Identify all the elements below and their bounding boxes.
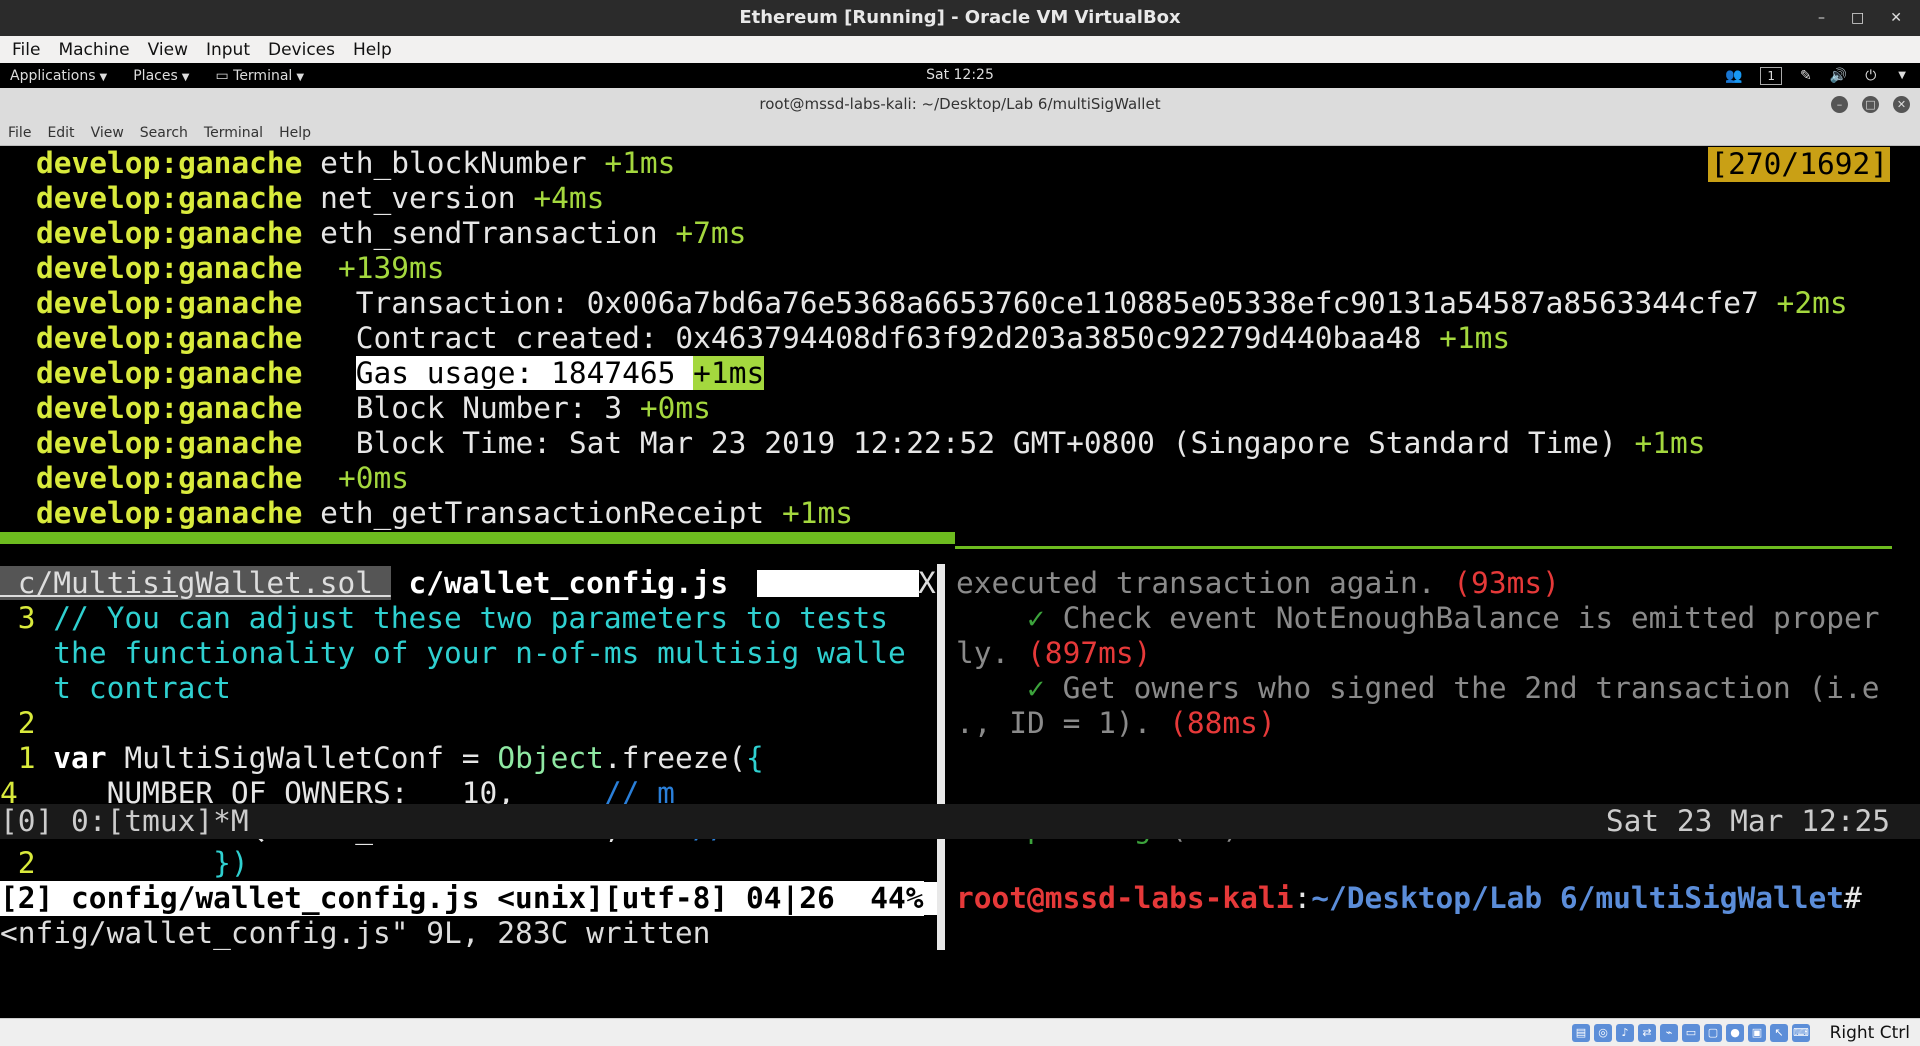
network-icon[interactable]: ⇄	[1638, 1024, 1656, 1042]
code-line: 2 })	[0, 846, 249, 880]
vbox-window-controls: – □ ✕	[1818, 0, 1902, 36]
terminal-menu-terminal[interactable]: Terminal	[204, 125, 263, 141]
menu-machine[interactable]: Machine	[58, 40, 129, 60]
terminal-menu-view[interactable]: View	[91, 125, 124, 141]
terminal-title: root@mssd-labs-kali: ~/Desktop/Lab 6/mul…	[759, 95, 1161, 113]
mouse-integration-icon[interactable]: ↖	[1770, 1024, 1788, 1042]
maximize-icon[interactable]: □	[1851, 10, 1864, 26]
tmux-status-bar: [0] 0:[tmux]*M Sat 23 Mar 12:25	[0, 804, 1920, 839]
close-icon[interactable]: ✕	[1890, 10, 1902, 26]
log-line: develop:ganache net_version +4ms	[36, 181, 605, 215]
vim-message: <nfig/wallet_config.js" 9L, 283C written	[0, 916, 711, 950]
code-line-wrap: t contract	[53, 671, 231, 705]
menu-devices[interactable]: Devices	[268, 40, 335, 60]
maximize-icon[interactable]: □	[1862, 96, 1879, 113]
terminal-app-menu[interactable]: ▭ Terminal ▼	[215, 68, 304, 84]
test-output-line: executed transaction again. (93ms)	[956, 566, 1560, 600]
tab-multisigwallet-sol[interactable]: c/MultisigWallet.sol	[0, 566, 391, 600]
test-output-line: ., ID = 1). (88ms)	[956, 706, 1276, 740]
code-line: 3 // You can adjust these two parameters…	[0, 601, 889, 635]
terminal-window-controls: – □ ✕	[1831, 88, 1910, 121]
minimize-icon[interactable]: –	[1818, 10, 1825, 26]
terminal-content[interactable]: [270/1692] develop:ganache eth_blockNumb…	[0, 146, 1920, 1018]
caret-down-icon: ▼	[181, 71, 190, 83]
pane-divider[interactable]	[0, 532, 955, 544]
log-line: develop:ganache +139ms	[36, 251, 445, 285]
display-icon[interactable]: ▢	[1704, 1024, 1722, 1042]
cpu-icon[interactable]: ▣	[1748, 1024, 1766, 1042]
log-line: develop:ganache eth_blockNumber +1ms	[36, 146, 676, 180]
log-line: develop:ganache Transaction: 0x006a7bd6a…	[36, 286, 1848, 320]
terminal-menu-bar: File Edit View Search Terminal Help	[0, 121, 1920, 146]
tmux-clock: Sat 23 Mar 12:25	[1605, 804, 1890, 838]
log-line-highlighted: develop:ganache Gas usage: 1847465 +1ms	[36, 356, 765, 390]
pane-divider[interactable]	[955, 546, 1892, 549]
terminal-menu-file[interactable]: File	[8, 125, 31, 141]
log-line: develop:ganache Block Number: 3 +0ms	[36, 391, 711, 425]
usb-icon[interactable]: ⌁	[1660, 1024, 1678, 1042]
vbox-title-bar: Ethereum [Running] - Oracle VM VirtualBo…	[0, 0, 1920, 36]
hdd-icon[interactable]: ▤	[1572, 1024, 1590, 1042]
check-icon: ✓	[956, 601, 1063, 635]
tmux-window-list: [0] 0:[tmux]*M	[0, 804, 249, 838]
pane-divider-vertical[interactable]	[937, 564, 945, 950]
audio-icon[interactable]: ♪	[1616, 1024, 1634, 1042]
log-line: develop:ganache Block Time: Sat Mar 23 2…	[36, 426, 1706, 460]
menu-help[interactable]: Help	[353, 40, 392, 60]
terminal-menu-search[interactable]: Search	[140, 125, 188, 141]
vbox-status-bar: ▤ ◎ ♪ ⇄ ⌁ ▭ ▢ ● ▣ ↖ ⌨ Right Ctrl	[0, 1018, 1920, 1046]
places-menu[interactable]: Places ▼	[133, 68, 189, 84]
menu-view[interactable]: View	[148, 40, 188, 60]
kali-top-bar: Applications ▼ Places ▼ ▭ Terminal ▼ Sat 12…	[0, 63, 1920, 88]
menu-input[interactable]: Input	[206, 40, 250, 60]
video-capture-icon[interactable]: ●	[1726, 1024, 1744, 1042]
code-line: 2	[0, 706, 54, 740]
host-key-label: Right Ctrl	[1829, 1023, 1910, 1043]
tab-wallet-config-js[interactable]: c/wallet_config.js	[391, 566, 746, 600]
close-icon[interactable]: ✕	[1893, 96, 1910, 113]
vbox-title: Ethereum [Running] - Oracle VM VirtualBo…	[739, 7, 1181, 28]
log-line: develop:ganache Contract created: 0x4637…	[36, 321, 1511, 355]
pen-icon[interactable]: ✎	[1800, 68, 1812, 84]
log-line: develop:ganache eth_getTransactionReceip…	[36, 496, 854, 530]
terminal-menu-help[interactable]: Help	[279, 125, 311, 141]
shared-folder-icon[interactable]: ▭	[1682, 1024, 1700, 1042]
log-line: develop:ganache +0ms	[36, 461, 409, 495]
scroll-counter: [270/1692]	[1708, 147, 1890, 182]
test-output-line: ✓ Check event NotEnoughBalance is emitte…	[956, 601, 1880, 635]
terminal-icon: ▭	[215, 67, 234, 84]
shell-prompt[interactable]: root@mssd-labs-kali:~/Desktop/Lab 6/mult…	[956, 881, 1862, 916]
terminal-menu-edit[interactable]: Edit	[47, 125, 74, 141]
users-icon[interactable]: 👥	[1725, 68, 1742, 84]
vim-statusline: [2] config/wallet_config.js <unix][utf-8…	[0, 881, 924, 916]
code-line: 1 var MultiSigWalletConf = Object.freeze…	[0, 741, 764, 775]
caret-down-icon[interactable]: ▼	[1898, 70, 1906, 81]
terminal-title-bar: root@mssd-labs-kali: ~/Desktop/Lab 6/mul…	[0, 88, 1920, 121]
optical-icon[interactable]: ◎	[1594, 1024, 1612, 1042]
minimize-icon[interactable]: –	[1831, 96, 1848, 113]
vbox-menu-bar: File Machine View Input Devices Help	[0, 36, 1920, 63]
menu-file[interactable]: File	[12, 40, 40, 60]
code-line-wrap: the functionality of your n-of-ms multis…	[53, 636, 906, 670]
volume-icon[interactable]: 🔊	[1830, 68, 1847, 84]
workspace-indicator[interactable]: 1	[1760, 66, 1783, 85]
tabline-fill	[757, 570, 919, 597]
check-icon: ✓	[956, 671, 1063, 705]
log-line: develop:ganache eth_sendTransaction +7ms	[36, 216, 747, 250]
tab-close-button[interactable]: X	[918, 566, 936, 601]
caret-down-icon: ▼	[99, 71, 108, 83]
vim-tabline: c/MultisigWallet.sol c/wallet_config.js	[0, 566, 746, 601]
caret-down-icon: ▼	[296, 71, 305, 83]
test-output-line: ly. (897ms)	[956, 636, 1152, 670]
power-icon[interactable]: ⏻	[1865, 68, 1876, 84]
applications-menu[interactable]: Applications ▼	[10, 68, 107, 84]
keyboard-icon[interactable]: ⌨	[1792, 1024, 1810, 1042]
test-output-line: ✓ Get owners who signed the 2nd transact…	[956, 671, 1880, 705]
